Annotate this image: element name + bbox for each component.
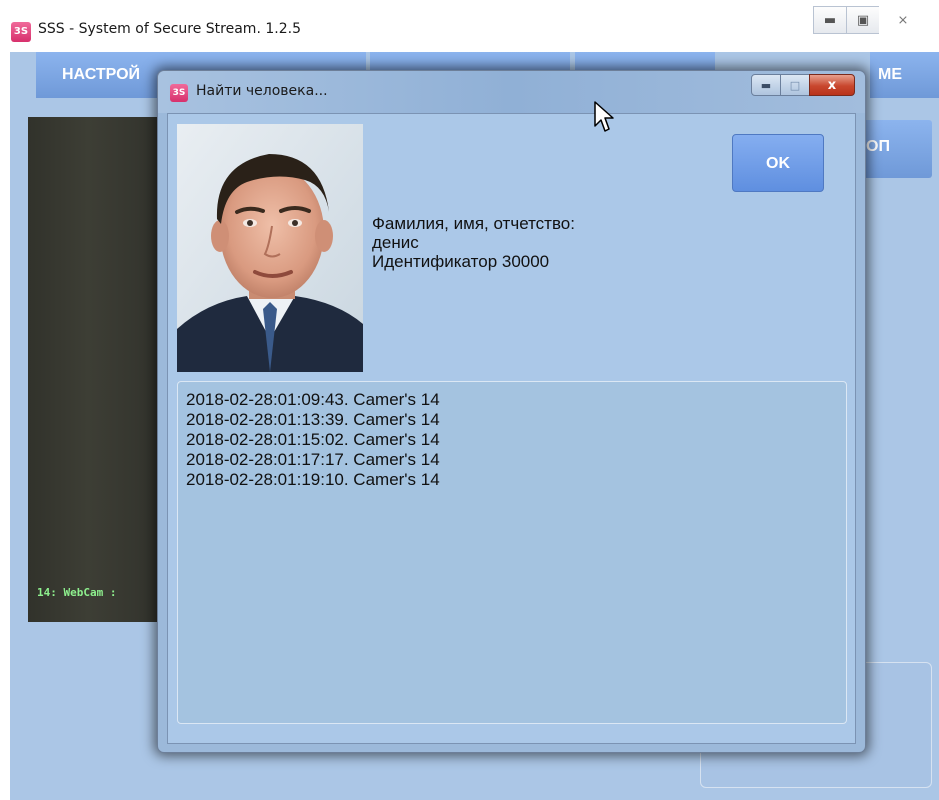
dialog-titlebar[interactable]: 3S Найти человека... ▬ □ x bbox=[158, 71, 865, 113]
dialog-title: Найти человека... bbox=[196, 83, 328, 99]
minimize-button[interactable]: ▬ bbox=[813, 6, 847, 34]
log-entry[interactable]: 2018-02-28:01:19:10. Camer's 14 bbox=[186, 470, 846, 490]
log-entry[interactable]: 2018-02-28:01:13:39. Camer's 14 bbox=[186, 410, 846, 430]
person-name: денис bbox=[372, 233, 419, 252]
mouse-cursor-icon bbox=[594, 101, 614, 132]
dialog-close-button[interactable]: x bbox=[809, 74, 855, 96]
close-icon: ⨯ bbox=[897, 12, 909, 28]
person-identifier: Идентификатор 30000 bbox=[372, 252, 550, 271]
close-button[interactable]: ⨯ bbox=[879, 6, 927, 34]
person-info: Фамилия, имя, отчетство: денис Идентифик… bbox=[372, 214, 575, 271]
maximize-icon: ▣ bbox=[856, 12, 870, 28]
dialog-maximize-button[interactable]: □ bbox=[780, 74, 810, 96]
maximize-icon: □ bbox=[789, 78, 801, 92]
dialog-window-controls: ▬ □ x bbox=[751, 74, 855, 96]
fio-label: Фамилия, имя, отчетство: bbox=[372, 214, 575, 233]
main-titlebar[interactable]: 3S SSS - System of Secure Stream. 1.2.5 … bbox=[0, 0, 939, 55]
sss-app-icon: 3S bbox=[170, 84, 188, 102]
minimize-icon: ▬ bbox=[760, 78, 772, 92]
sss-app-icon: 3S bbox=[11, 22, 31, 42]
ok-button[interactable]: OK bbox=[732, 134, 824, 192]
log-entry[interactable]: 2018-02-28:01:15:02. Camer's 14 bbox=[186, 430, 846, 450]
video-panel[interactable] bbox=[28, 117, 178, 622]
dialog-client-area: OK Фамилия, имя, отчетство: денис Иденти… bbox=[167, 113, 856, 744]
log-entry[interactable]: 2018-02-28:01:09:43. Camer's 14 bbox=[186, 390, 846, 410]
menu-right-button[interactable]: МЕ bbox=[870, 52, 939, 98]
main-window-controls: ▬ ▣ ⨯ bbox=[813, 6, 927, 38]
person-photo bbox=[177, 124, 363, 372]
sightings-log[interactable]: 2018-02-28:01:09:43. Camer's 14 2018-02-… bbox=[177, 381, 847, 724]
log-entry[interactable]: 2018-02-28:01:17:17. Camer's 14 bbox=[186, 450, 846, 470]
close-icon: x bbox=[827, 77, 837, 93]
video-caption: 14: WebCam : bbox=[37, 586, 117, 599]
maximize-button[interactable]: ▣ bbox=[846, 6, 880, 34]
main-window: 3S SSS - System of Secure Stream. 1.2.5 … bbox=[0, 0, 939, 800]
main-window-title: SSS - System of Secure Stream. 1.2.5 bbox=[38, 21, 301, 37]
minimize-icon: ▬ bbox=[823, 12, 837, 28]
dialog-minimize-button[interactable]: ▬ bbox=[751, 74, 781, 96]
side-button[interactable]: ОП bbox=[856, 120, 932, 178]
find-person-dialog: 3S Найти человека... ▬ □ x OK Фамилия, и… bbox=[157, 70, 866, 753]
